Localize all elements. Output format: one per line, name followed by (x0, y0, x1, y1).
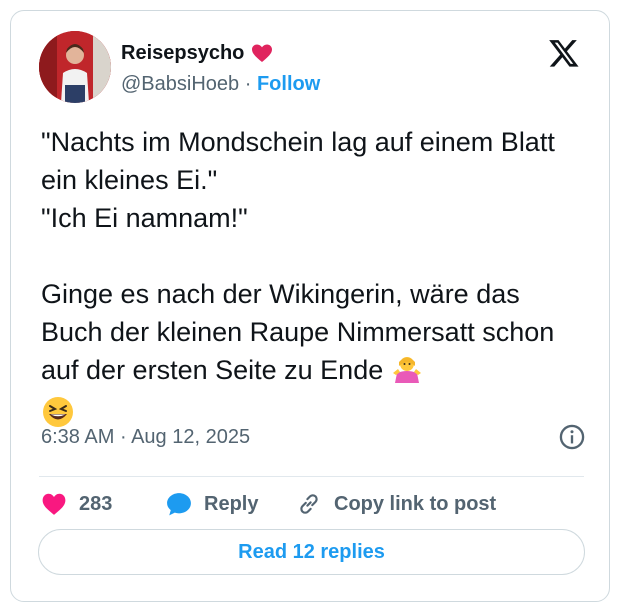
x-logo-icon[interactable] (547, 37, 581, 69)
action-bar: 283 Reply Copy link to post (41, 491, 496, 517)
author-display-name[interactable]: Reisepsycho (121, 42, 244, 65)
person-shrugging-emoji (391, 353, 423, 395)
heart-icon (42, 493, 66, 515)
tweet-text: "Nachts im Mondschein lag auf einem Blat… (41, 123, 586, 439)
divider (39, 476, 584, 477)
author-handle-row: @BabsiHoeb · Follow (121, 73, 320, 96)
link-icon (300, 494, 318, 514)
tweet-line: "Ich Ei namnam!" (41, 203, 248, 233)
follow-button[interactable]: Follow (257, 73, 320, 95)
reply-button[interactable]: Reply (166, 492, 296, 516)
speech-bubble-icon (167, 493, 191, 516)
tweet-blank-line (41, 237, 586, 275)
info-icon[interactable] (558, 423, 586, 451)
tweet-line-text: Ginge es nach der Wikingerin, wäre das B… (41, 279, 562, 385)
tweet-line: "Nachts im Mondschein lag auf einem Blat… (41, 127, 563, 195)
timestamp-time[interactable]: 6:38 AM (41, 426, 114, 448)
author-name-row[interactable]: Reisepsycho (121, 41, 274, 65)
read-replies-label: Read 12 replies (238, 540, 385, 563)
reply-label: Reply (204, 492, 259, 515)
author-handle[interactable]: @BabsiHoeb (121, 73, 239, 95)
tweet-card: Reisepsycho @BabsiHoeb · Follow "Nachts … (10, 10, 610, 602)
copy-link-label: Copy link to post (334, 492, 497, 515)
avatar[interactable] (39, 31, 111, 103)
timestamp-separator: · (119, 425, 127, 448)
copy-link-button[interactable]: Copy link to post (296, 491, 496, 517)
timestamp[interactable]: 6:38 AM · Aug 12, 2025 (41, 426, 250, 449)
like-count: 283 (79, 492, 113, 515)
read-replies-button[interactable]: Read 12 replies (38, 529, 585, 575)
tweet-line: Ginge es nach der Wikingerin, wäre das B… (41, 275, 586, 395)
like-button[interactable]: 283 (41, 492, 166, 516)
handle-separator: · (244, 73, 252, 95)
timestamp-row: 6:38 AM · Aug 12, 2025 (41, 423, 586, 451)
timestamp-date[interactable]: Aug 12, 2025 (131, 426, 250, 448)
red-heart-icon (252, 44, 273, 62)
